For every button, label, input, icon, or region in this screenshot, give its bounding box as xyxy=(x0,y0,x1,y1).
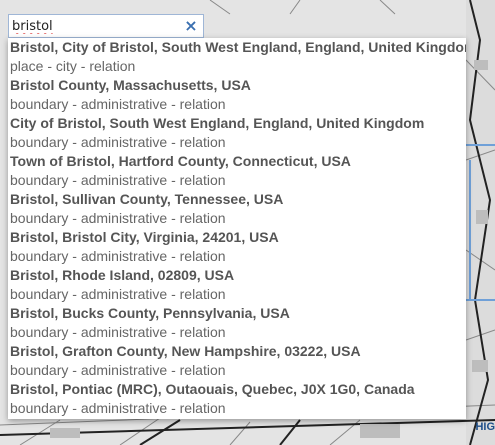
result-item[interactable]: Bristol, Sullivan County, Tennessee, USA… xyxy=(8,190,466,228)
result-item[interactable]: City of Bristol, South West England, Eng… xyxy=(8,114,466,152)
search-input[interactable] xyxy=(12,16,180,36)
result-type: boundary - administrative - relation xyxy=(10,134,226,150)
result-item[interactable]: Bristol, City of Bristol, South West Eng… xyxy=(8,38,466,76)
result-item[interactable]: Bristol, Bristol City, Virginia, 24201, … xyxy=(8,228,466,266)
result-item[interactable]: Bristol, Bucks County, Pennsylvania, USA… xyxy=(8,304,466,342)
result-type: boundary - administrative - relation xyxy=(10,400,226,416)
result-name: Town of Bristol, Hartford County, Connec… xyxy=(10,153,351,169)
result-type: boundary - administrative - relation xyxy=(10,362,226,378)
map-place-label: HIG xyxy=(475,421,495,433)
result-type: boundary - administrative - relation xyxy=(10,172,226,188)
result-item[interactable]: Town of Bristol, Hartford County, Connec… xyxy=(8,152,466,190)
result-item[interactable]: Bristol, Rhode Island, 02809, USA bounda… xyxy=(8,266,466,304)
result-type: boundary - administrative - relation xyxy=(10,248,226,264)
result-name: City of Bristol, South West England, Eng… xyxy=(10,115,425,131)
result-type: place - city - relation xyxy=(10,58,136,74)
result-name: Bristol, City of Bristol, South West Eng… xyxy=(10,39,466,55)
result-type: boundary - administrative - relation xyxy=(10,286,226,302)
result-name: Bristol, Sullivan County, Tennessee, USA xyxy=(10,191,284,207)
result-name: Bristol, Rhode Island, 02809, USA xyxy=(10,267,235,283)
search-results-dropdown: Bristol, City of Bristol, South West Eng… xyxy=(8,38,466,419)
result-type: boundary - administrative - relation xyxy=(10,210,226,226)
clear-search-icon[interactable]: × xyxy=(182,17,200,35)
result-item[interactable]: Bristol, Pontiac (MRC), Outaouais, Quebe… xyxy=(8,380,466,418)
result-name: Bristol County, Massachusetts, USA xyxy=(10,77,251,93)
result-type: boundary - administrative - relation xyxy=(10,96,226,112)
result-name: Bristol, Bucks County, Pennsylvania, USA xyxy=(10,305,290,321)
result-type: boundary - administrative - relation xyxy=(10,324,226,340)
search-box: × xyxy=(8,14,204,38)
result-name: Bristol, Pontiac (MRC), Outaouais, Quebe… xyxy=(10,381,415,397)
result-item[interactable]: Bristol, Grafton County, New Hampshire, … xyxy=(8,342,466,380)
result-name: Bristol, Bristol City, Virginia, 24201, … xyxy=(10,229,279,245)
result-name: Bristol, Grafton County, New Hampshire, … xyxy=(10,343,361,359)
result-item[interactable]: Bristol County, Massachusetts, USA bound… xyxy=(8,76,466,114)
